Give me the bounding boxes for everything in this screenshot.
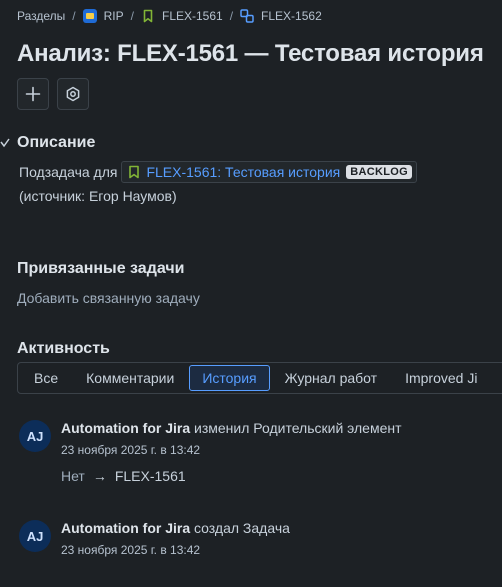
linked-issues-heading: Привязанные задачи — [17, 260, 185, 277]
project-icon — [82, 9, 97, 23]
breadcrumb: Разделы / RIP / FLEX-1561 / FLEX-1562 — [17, 8, 322, 24]
breadcrumb-root[interactable]: Разделы — [17, 9, 65, 23]
change-from: Нет — [61, 468, 85, 484]
tab-history[interactable]: История — [189, 365, 270, 391]
subtask-icon — [240, 9, 254, 23]
tab-all[interactable]: Все — [21, 365, 71, 391]
hexagon-settings-icon — [66, 86, 80, 102]
change-arrow: → — [92, 468, 107, 484]
activity-change: Нет → FLEX-1561 — [61, 468, 186, 484]
breadcrumb-separator: / — [130, 9, 134, 23]
plus-icon — [25, 86, 41, 102]
description-prefix: Подзадача для — [19, 164, 118, 180]
activity-entry-header: Automation for Jira изменил Родительский… — [61, 420, 402, 436]
activity-heading: Активность — [17, 340, 110, 357]
page-title[interactable]: Анализ: FLEX-1561 — Тестовая история — [17, 40, 484, 68]
story-icon — [141, 9, 155, 23]
description-text: Подзадача для FLEX-1561: Тестовая истори… — [19, 161, 417, 183]
parent-issue-chip[interactable]: FLEX-1561: Тестовая история BACKLOG — [121, 161, 417, 183]
activity-action: изменил Родительский элемент — [194, 420, 402, 436]
breadcrumb-project[interactable]: RIP — [104, 9, 124, 23]
add-linked-issue-link[interactable]: Добавить связанную задачу — [17, 290, 200, 306]
breadcrumb-separator: / — [229, 9, 234, 23]
activity-entry-header: Automation for Jira создал Задача — [61, 520, 290, 536]
activity-actor[interactable]: Automation for Jira — [61, 420, 190, 436]
add-button[interactable] — [17, 78, 49, 110]
avatar[interactable]: AJ — [19, 420, 51, 452]
avatar[interactable]: AJ — [19, 520, 51, 552]
chevron-down-icon[interactable] — [0, 137, 10, 149]
parent-issue-link[interactable]: FLEX-1561: Тестовая история — [146, 164, 340, 180]
status-badge: BACKLOG — [346, 165, 412, 179]
breadcrumb-separator: / — [72, 9, 76, 23]
tab-improved-jira[interactable]: Improved Ji — [392, 365, 490, 391]
activity-timestamp: 23 ноября 2025 г. в 13:42 — [61, 543, 201, 557]
description-source: (источник: Егор Наумов) — [19, 188, 177, 204]
tab-worklog[interactable]: Журнал работ — [272, 365, 390, 391]
activity-actor[interactable]: Automation for Jira — [61, 520, 190, 536]
breadcrumb-parent[interactable]: FLEX-1561 — [162, 9, 223, 23]
description-heading[interactable]: Описание — [17, 134, 95, 152]
breadcrumb-current[interactable]: FLEX-1562 — [261, 9, 322, 23]
apps-button[interactable] — [57, 78, 89, 110]
activity-tabs: Все Комментарии История Журнал работ Imp… — [17, 362, 502, 394]
tab-comments[interactable]: Комментарии — [73, 365, 187, 391]
activity-timestamp: 23 ноября 2025 г. в 13:42 — [61, 443, 201, 457]
story-icon — [129, 165, 140, 179]
change-to: FLEX-1561 — [114, 468, 186, 484]
activity-action: создал Задача — [194, 520, 290, 536]
